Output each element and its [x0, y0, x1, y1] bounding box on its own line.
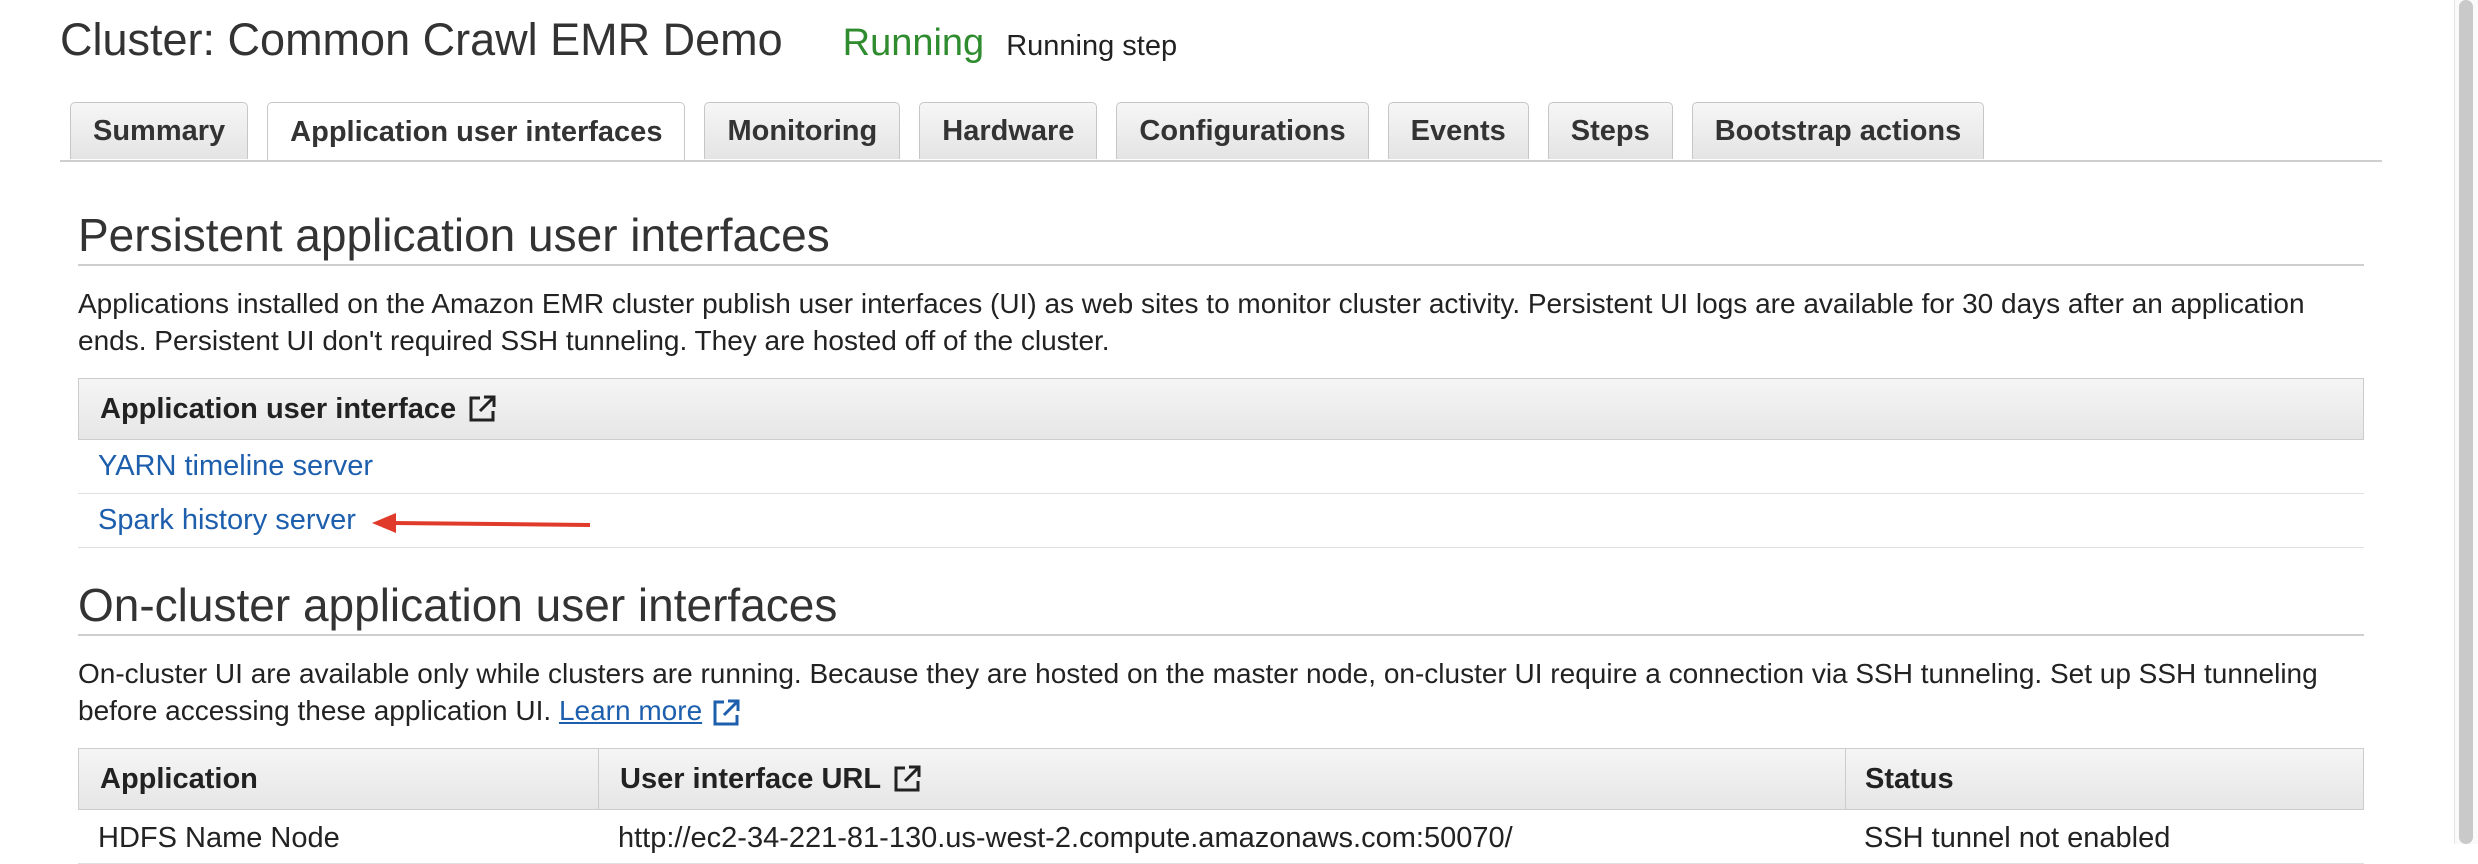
emr-cluster-page: Cluster: Common Crawl EMR Demo Running R… — [0, 0, 2400, 864]
oncluster-section-title: On-cluster application user interfaces — [78, 579, 838, 631]
tab-configurations[interactable]: Configurations — [1116, 102, 1369, 159]
tab-bootstrap-actions[interactable]: Bootstrap actions — [1691, 102, 1985, 159]
yarn-timeline-server-link[interactable]: YARN timeline server — [98, 450, 373, 483]
column-header-application: Application — [100, 762, 258, 795]
column-header-status: Status — [1865, 762, 1954, 795]
cell-url: http://ec2-34-221-81-130.us-west-2.compu… — [618, 822, 1513, 854]
cell-application: HDFS Name Node — [98, 822, 340, 854]
column-divider — [1845, 749, 1846, 809]
external-link-icon — [894, 765, 921, 792]
spark-history-server-link[interactable]: Spark history server — [98, 504, 356, 537]
cluster-status: Running — [842, 22, 985, 64]
column-header-url: User interface URL — [620, 763, 923, 796]
column-divider — [598, 749, 599, 809]
tabs-divider — [60, 160, 2382, 162]
tab-summary[interactable]: Summary — [70, 102, 249, 159]
section-divider — [78, 634, 2364, 636]
learn-more-link[interactable]: Learn more — [559, 695, 702, 726]
scrollbar-thumb[interactable] — [2459, 0, 2473, 844]
oncluster-description-text: On-cluster UI are available only while c… — [78, 658, 2318, 726]
table-row: YARN timeline server — [78, 440, 2364, 494]
tab-application-user-interfaces[interactable]: Application user interfaces — [267, 102, 686, 162]
table-row: HDFS Name Node http://ec2-34-221-81-130.… — [78, 810, 2364, 864]
persistent-table-header: Application user interface — [78, 378, 2364, 440]
external-link-icon — [469, 395, 496, 422]
tab-monitoring[interactable]: Monitoring — [704, 102, 901, 159]
column-header-label: Application user interface — [100, 392, 457, 425]
vertical-scrollbar[interactable] — [2454, 0, 2478, 844]
section-divider — [78, 264, 2364, 266]
annotation-arrow — [372, 513, 591, 533]
column-header-application-ui: Application user interface — [100, 393, 498, 426]
cluster-status-detail: Running step — [1006, 30, 1178, 62]
oncluster-table-header: Application User interface URL Status — [78, 748, 2364, 810]
persistent-section-title: Persistent application user interfaces — [78, 209, 830, 261]
tab-events[interactable]: Events — [1387, 102, 1529, 159]
tab-hardware[interactable]: Hardware — [919, 102, 1098, 159]
tab-steps[interactable]: Steps — [1547, 102, 1673, 159]
cluster-tabs: Summary Application user interfaces Moni… — [70, 102, 2003, 162]
page-title: Cluster: Common Crawl EMR Demo — [60, 14, 783, 65]
oncluster-description: On-cluster UI are available only while c… — [78, 655, 2368, 729]
cluster-header: Cluster: Common Crawl EMR Demo Running R… — [60, 14, 1177, 86]
persistent-description: Applications installed on the Amazon EMR… — [78, 288, 2305, 356]
cell-status: SSH tunnel not enabled — [1864, 822, 2171, 854]
external-link-icon[interactable] — [710, 697, 742, 729]
column-header-label: User interface URL — [620, 762, 882, 795]
